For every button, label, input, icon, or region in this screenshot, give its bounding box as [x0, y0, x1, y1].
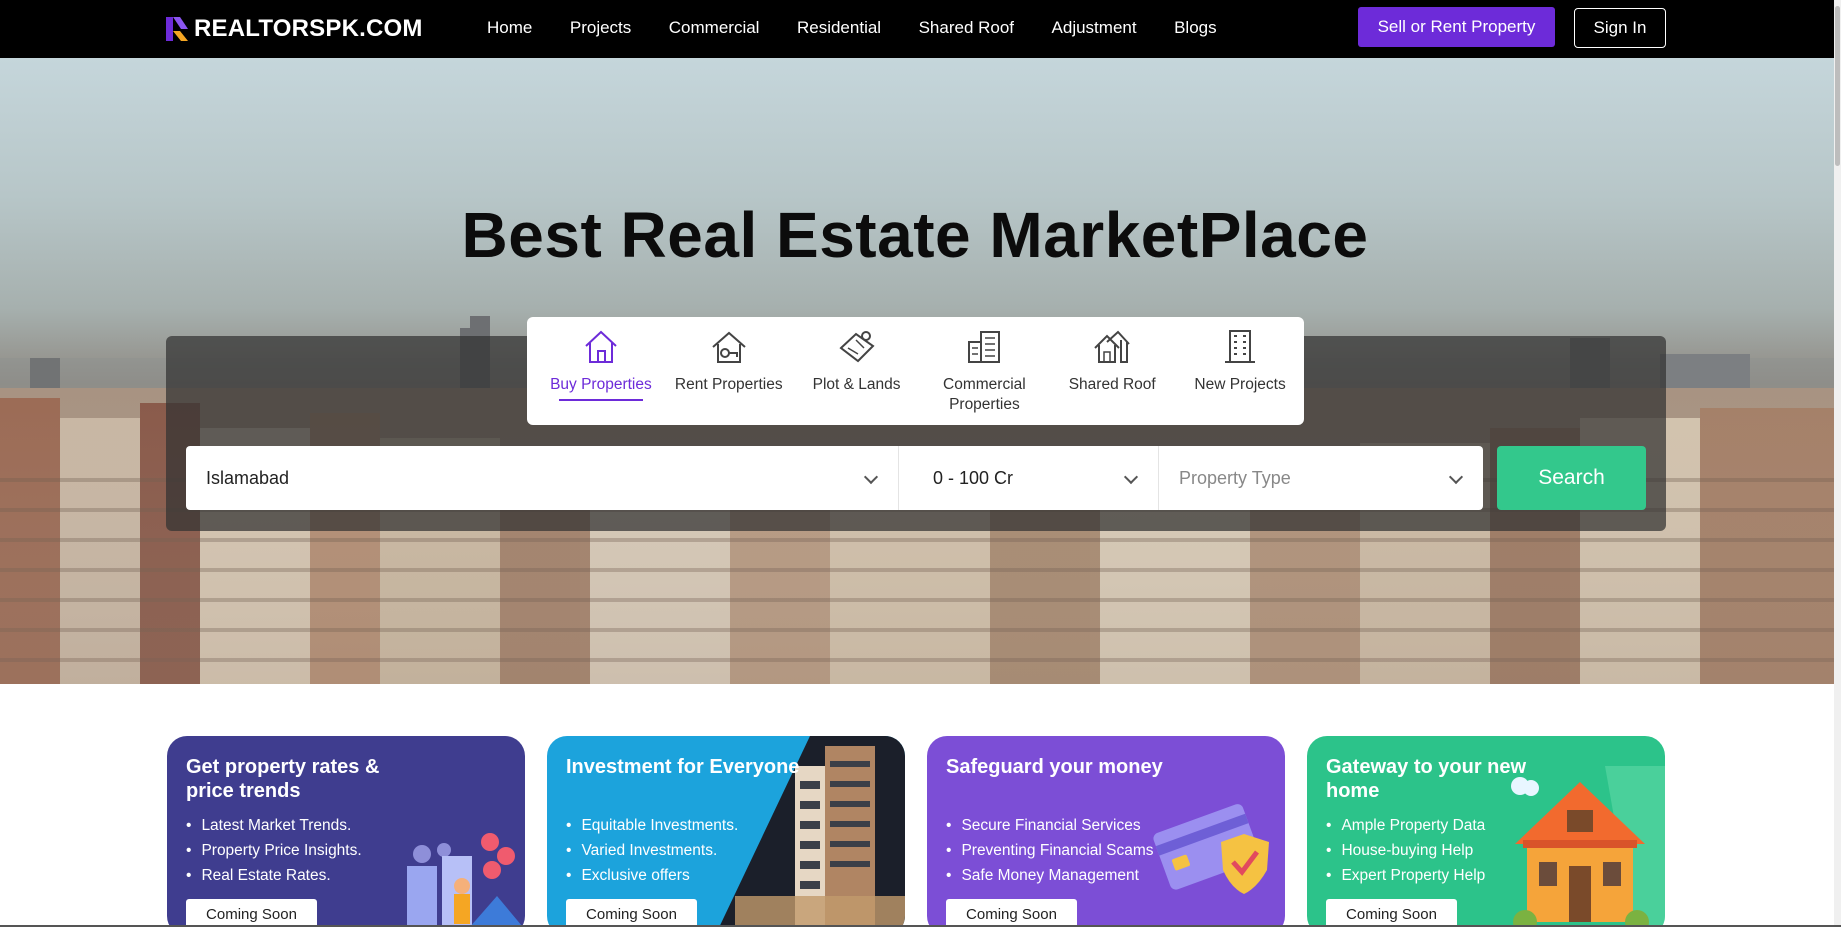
tab-new-projects[interactable]: New Projects — [1176, 317, 1304, 425]
tab-rent-properties[interactable]: Rent Properties — [665, 317, 793, 425]
search-button[interactable]: Search — [1497, 446, 1646, 510]
tab-label: Rent Properties — [674, 376, 783, 393]
card-safeguard-money: Safeguard your money Secure Financial Se… — [927, 736, 1285, 927]
search-fields: Islamabad 0 - 100 Cr Property Type — [186, 446, 1483, 510]
coming-soon-button[interactable]: Coming Soon — [566, 899, 697, 927]
card-investment: Investment for Everyone Equitable Invest… — [547, 736, 905, 927]
logo-mark-icon — [166, 17, 188, 41]
coming-soon-button[interactable]: Coming Soon — [186, 899, 317, 927]
coming-soon-button[interactable]: Coming Soon — [1326, 899, 1457, 927]
list-item: Equitable Investments. — [566, 813, 738, 838]
nav-shared-roof[interactable]: Shared Roof — [919, 18, 1014, 38]
sign-in-button[interactable]: Sign In — [1574, 8, 1666, 48]
list-item: Varied Investments. — [566, 838, 738, 863]
chevron-down-icon — [1123, 469, 1139, 485]
tab-buy-properties[interactable]: Buy Properties — [537, 317, 665, 425]
tower-building-icon — [1225, 330, 1256, 363]
tab-label: Shared Roof — [1068, 376, 1156, 393]
nav-residential[interactable]: Residential — [797, 18, 881, 38]
list-item: Property Price Insights. — [186, 838, 361, 863]
rent-house-icon — [712, 331, 746, 363]
property-type-placeholder: Property Type — [1179, 467, 1291, 488]
nav-home[interactable]: Home — [487, 18, 532, 38]
main-menu: Home Projects Commercial Residential Sha… — [487, 0, 1254, 56]
brand-name: REALTORSPK.COM — [194, 15, 423, 42]
price-trends-illustration — [407, 833, 522, 927]
tab-label: Plot & Lands — [812, 376, 901, 393]
city-select[interactable]: Islamabad — [186, 446, 899, 510]
plot-map-icon — [839, 331, 875, 363]
tab-shared-roof[interactable]: Shared Roof — [1048, 317, 1176, 425]
list-item: Expert Property Help — [1326, 863, 1485, 888]
nav-adjustment[interactable]: Adjustment — [1052, 18, 1137, 38]
list-item: Preventing Financial Scams — [946, 838, 1153, 863]
list-item: Secure Financial Services — [946, 813, 1154, 838]
nav-commercial[interactable]: Commercial — [669, 18, 760, 38]
card-gateway-home: Gateway to your new home Ample Property … — [1307, 736, 1665, 927]
commercial-building-icon — [968, 331, 1001, 363]
tab-commercial-properties[interactable]: Commercial Properties — [920, 317, 1048, 425]
active-tab-indicator — [558, 399, 643, 401]
property-type-select[interactable]: Property Type — [1159, 446, 1483, 510]
card-title: Investment for Everyone — [566, 756, 800, 778]
tab-label: Commercial Properties — [943, 376, 1026, 413]
property-category-tabs: Buy Properties Rent Properties Plot & La… — [527, 317, 1304, 425]
card-features: Secure Financial Services Preventing Fin… — [946, 813, 1154, 888]
credit-card-shield-illustration — [1153, 804, 1269, 894]
tab-label: Buy Properties — [550, 376, 652, 393]
price-range-select[interactable]: 0 - 100 Cr — [899, 446, 1159, 510]
list-item: Latest Market Trends. — [186, 813, 362, 838]
site-logo[interactable]: REALTORSPK.COM — [166, 13, 423, 45]
card-title: Gateway to your new home — [1326, 756, 1527, 802]
city-value: Islamabad — [206, 467, 290, 488]
hero-title: Best Real Estate MarketPlace — [461, 199, 1369, 271]
nav-blogs[interactable]: Blogs — [1174, 18, 1217, 38]
list-item: Safe Money Management — [946, 863, 1154, 888]
list-item: Real Estate Rates. — [186, 863, 362, 888]
top-navbar: REALTORSPK.COM Home Projects Commercial … — [0, 0, 1841, 58]
nav-projects[interactable]: Projects — [570, 18, 631, 38]
shared-roof-icon — [1094, 330, 1130, 363]
tab-plot-lands[interactable]: Plot & Lands — [793, 317, 921, 425]
tab-label: New Projects — [1194, 376, 1286, 393]
card-property-rates: Get property rates & price trends Latest… — [167, 736, 525, 927]
sell-or-rent-button[interactable]: Sell or Rent Property — [1358, 7, 1555, 47]
price-range-value: 0 - 100 Cr — [933, 467, 1014, 488]
chevron-down-icon — [863, 469, 879, 485]
scrollbar-thumb[interactable] — [1835, 6, 1840, 166]
card-features: Ample Property Data House-buying Help Ex… — [1326, 813, 1485, 888]
card-features: Latest Market Trends. Property Price Ins… — [186, 813, 362, 888]
chevron-down-icon — [1448, 469, 1464, 485]
house-icon — [585, 330, 617, 363]
list-item: Exclusive offers — [566, 863, 738, 888]
card-title: Get property rates & price trends — [186, 756, 380, 802]
card-title: Safeguard your money — [946, 756, 1163, 778]
coming-soon-button[interactable]: Coming Soon — [946, 899, 1077, 927]
card-features: Equitable Investments. Varied Investment… — [566, 813, 738, 888]
list-item: Ample Property Data — [1326, 813, 1485, 838]
list-item: House-buying Help — [1326, 838, 1485, 863]
